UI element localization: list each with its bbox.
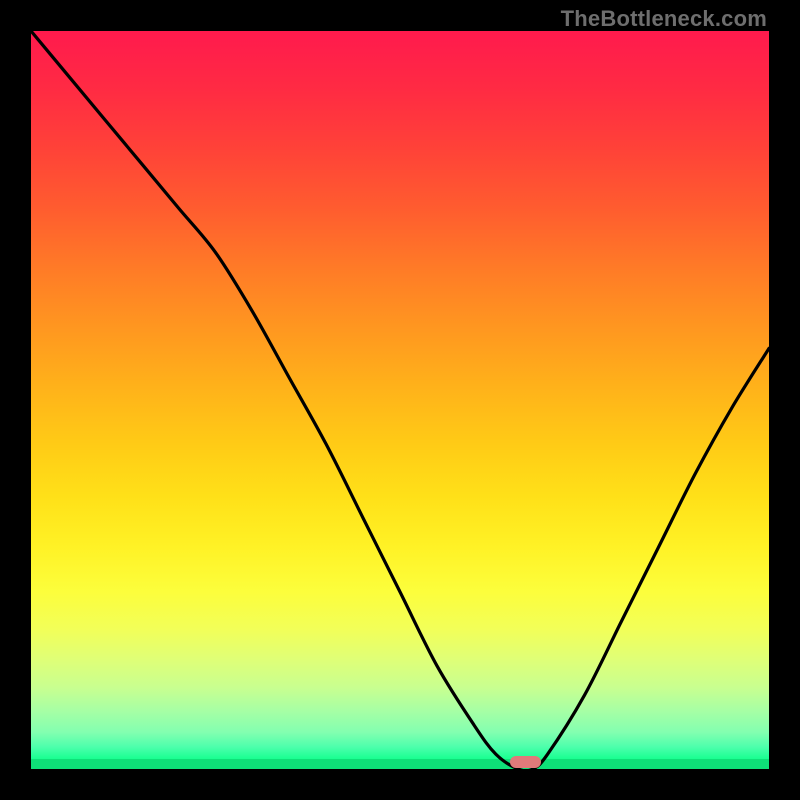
- watermark-text: TheBottleneck.com: [561, 6, 767, 32]
- plot-area: [31, 31, 769, 769]
- optimal-marker: [510, 756, 542, 768]
- chart-frame: TheBottleneck.com: [0, 0, 800, 800]
- bottleneck-curve: [31, 31, 769, 769]
